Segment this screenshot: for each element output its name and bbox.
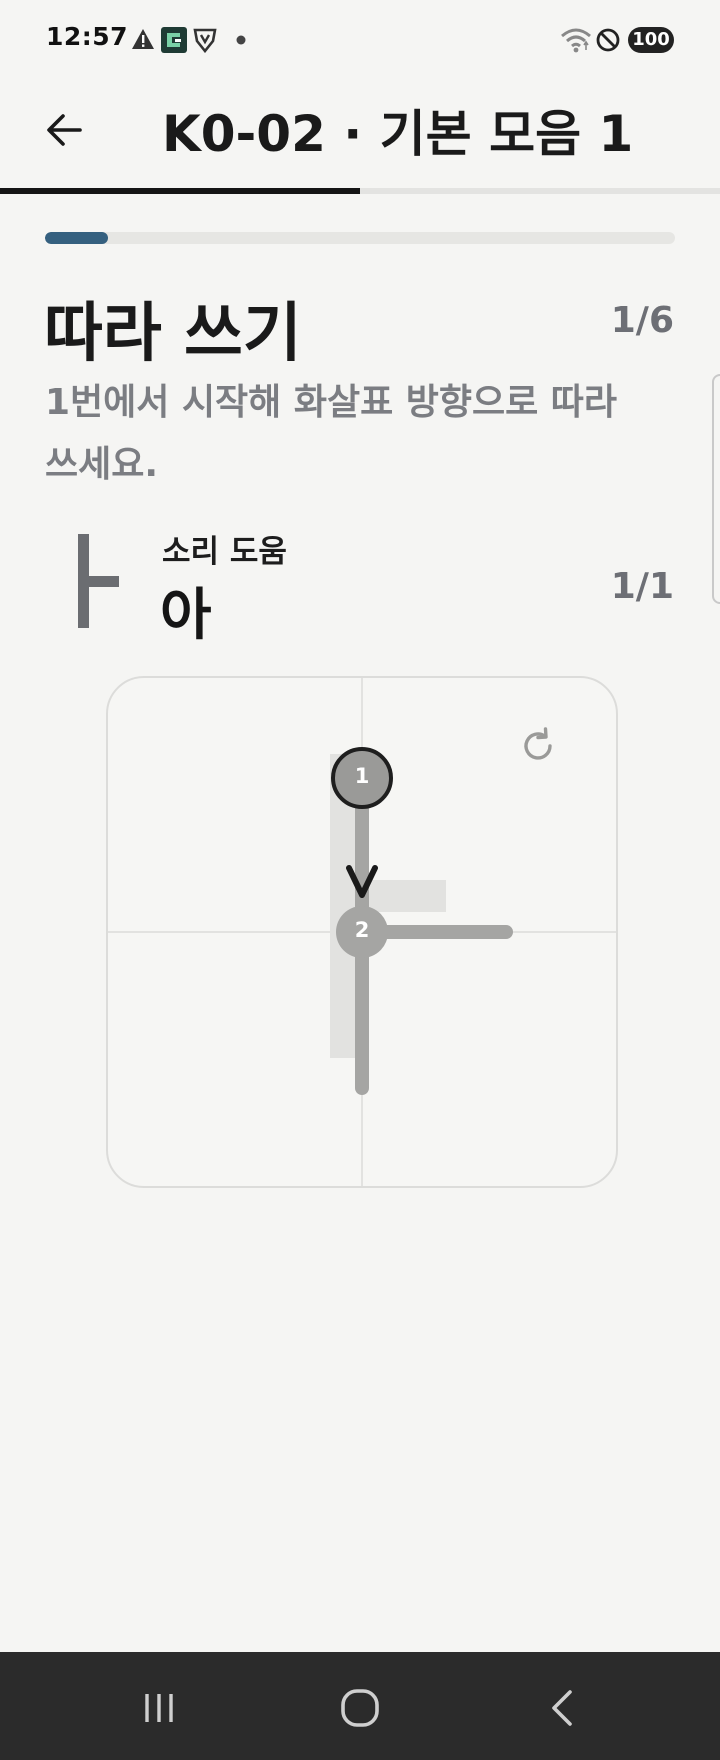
letter-counter: 1/1 (610, 566, 674, 607)
stroke-1-start-marker (331, 747, 393, 809)
nav-back-icon (552, 1690, 572, 1726)
recent-apps-icon (145, 1694, 173, 1722)
sound-help-value: 아 (160, 583, 212, 648)
page-title: K0-02 · 기본 모음 1 (162, 105, 634, 163)
do-not-disturb-icon (596, 28, 620, 52)
wifi-icon (561, 28, 591, 53)
back-button[interactable] (36, 102, 92, 158)
refresh-icon (524, 727, 552, 760)
dot-icon (236, 35, 246, 45)
exercise-title: 따라 쓰기 (44, 297, 302, 371)
vowel-a-glyph (78, 534, 119, 628)
template-horizontal-stroke (366, 880, 446, 912)
lesson-progress-fill (0, 188, 360, 194)
exercise-instruction: 1번에서 시작해 화살표 방향으로 따라 쓰세요. (45, 382, 617, 485)
recent-apps-button[interactable] (129, 1678, 189, 1738)
app-notification-icon (161, 27, 187, 53)
warning-icon (132, 29, 154, 49)
nav-back-button[interactable] (532, 1678, 592, 1738)
exercise-counter: 1/6 (610, 300, 674, 341)
stroke-2-start-marker (336, 906, 388, 958)
app-bar: K0-02 · 기본 모음 1 (0, 80, 720, 192)
step-progress-bar (45, 232, 675, 244)
home-icon (341, 1689, 379, 1727)
lesson-progress-bar (0, 188, 720, 194)
reset-button[interactable] (518, 726, 574, 782)
system-nav-bar (0, 1652, 720, 1760)
vpn-shield-icon (193, 28, 217, 53)
status-bar: 12:57 100 (0, 0, 720, 80)
step-progress-fill (45, 232, 108, 244)
scroll-handle[interactable] (712, 374, 720, 604)
sound-help-label: 소리 도움 (162, 534, 287, 570)
status-time: 12:57 (46, 22, 129, 51)
battery-indicator: 100 (628, 27, 674, 53)
home-button[interactable] (330, 1678, 390, 1738)
tracing-canvas[interactable]: 1 2 (106, 676, 618, 1188)
arrow-left-icon (47, 114, 82, 146)
